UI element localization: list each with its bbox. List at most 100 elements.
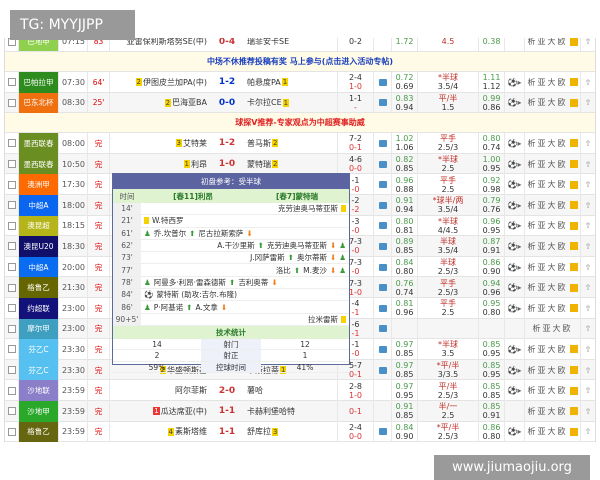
match-row[interactable]: 沙地甲 23:59 完 1 瓜达席亚(中) 1-1 卡赫利堡哈特 0-1 0.91 0.85 半/一… xyxy=(5,400,595,422)
ball-play-icon[interactable]: ⚽▸ xyxy=(508,304,522,313)
pin-top-button[interactable]: ⇮ xyxy=(581,38,595,51)
league-badge[interactable]: 中超A xyxy=(19,256,59,278)
home-team[interactable]: 亚雷保利斯塔努SE(中) xyxy=(110,38,210,51)
detail-dropdown-icon[interactable] xyxy=(378,366,387,374)
detail-cell[interactable] xyxy=(374,359,392,381)
ball-play-icon[interactable]: ⚽▸ xyxy=(508,98,522,107)
league-badge[interactable]: 摩尔甲 xyxy=(19,318,59,340)
checkbox[interactable] xyxy=(7,283,16,292)
live-cell[interactable]: ⚽▸ xyxy=(505,194,525,216)
detail-dropdown-icon[interactable] xyxy=(378,201,387,209)
analysis-links[interactable]: 析亚大欧 xyxy=(525,194,581,216)
analysis-label[interactable]: 析亚大欧 xyxy=(528,220,568,231)
match-row[interactable]: 巴帕拉甲 07:30 64' 2 伊图皮兰加PA(中) 1-2 帕悬度PA 1 2-4 1-0 0.… xyxy=(5,72,595,93)
ball-play-icon[interactable]: ⚽▸ xyxy=(508,160,522,169)
detail-cell[interactable] xyxy=(374,38,392,51)
detail-cell[interactable] xyxy=(374,215,392,237)
away-team-name[interactable]: 瑞菲安卡SE xyxy=(247,38,289,47)
analysis-links[interactable]: 析亚大欧 xyxy=(525,277,581,298)
pin-top-button[interactable]: ⇮ xyxy=(581,298,595,319)
select-checkbox-cell[interactable] xyxy=(5,72,19,93)
analysis-label[interactable]: 析亚大欧 xyxy=(528,344,568,355)
detail-cell[interactable] xyxy=(374,133,392,154)
detail-cell[interactable] xyxy=(374,297,392,319)
user-icon[interactable] xyxy=(569,407,578,416)
pin-top-button[interactable]: ⇮ xyxy=(581,380,595,401)
ball-play-icon[interactable]: ⚽▸ xyxy=(508,78,522,87)
select-checkbox-cell[interactable] xyxy=(5,256,19,278)
detail-dropdown-icon[interactable] xyxy=(378,284,387,292)
analysis-label[interactable]: 析亚大欧 xyxy=(528,406,568,417)
live-cell[interactable] xyxy=(505,38,525,51)
away-team-name[interactable]: 蒙特瑞 xyxy=(247,159,271,170)
home-team[interactable]: 1 瓜达席亚(中) xyxy=(110,401,210,422)
away-team-name[interactable]: 卡尔拉CE xyxy=(247,97,282,108)
analysis-label[interactable]: 析亚大欧 xyxy=(528,303,568,314)
score[interactable]: 1-1 xyxy=(210,401,244,422)
detail-dropdown-icon[interactable] xyxy=(378,263,387,271)
live-cell[interactable]: ⚽▸ xyxy=(505,133,525,154)
home-team[interactable]: 阿尔菲斯 xyxy=(110,380,210,401)
detail-cell[interactable] xyxy=(374,236,392,257)
detail-cell[interactable] xyxy=(374,92,392,114)
user-icon[interactable] xyxy=(569,160,578,169)
select-checkbox-cell[interactable] xyxy=(5,174,19,195)
select-checkbox-cell[interactable] xyxy=(5,133,19,154)
user-icon[interactable] xyxy=(569,180,578,189)
pin-top-button[interactable]: ⇮ xyxy=(581,257,595,278)
checkbox[interactable] xyxy=(7,386,16,395)
promo-banner[interactable]: 球探V推荐-专家观点为中超赛事助威 xyxy=(5,113,595,134)
ball-play-icon[interactable]: ⚽▸ xyxy=(508,283,522,292)
select-checkbox-cell[interactable] xyxy=(5,194,19,216)
analysis-label[interactable]: 析亚大欧 xyxy=(528,38,568,47)
league-badge[interactable]: 巴东北杯 xyxy=(19,92,59,114)
analysis-links[interactable]: 析亚大欧 xyxy=(525,256,581,278)
match-row[interactable]: 格鲁乙 23:59 完 4 素斯塔维 1-1 舒库拉 3 2-4 0-0 0.84 0.90 *平/半 2… xyxy=(5,421,595,443)
user-icon[interactable] xyxy=(569,386,578,395)
live-cell[interactable]: ⚽▸ xyxy=(505,215,525,237)
analysis-label[interactable]: 析亚大欧 xyxy=(528,200,568,211)
select-checkbox-cell[interactable] xyxy=(5,318,19,340)
pin-top-button[interactable]: ⇮ xyxy=(581,401,595,422)
away-team[interactable]: 帕悬度PA 1 xyxy=(244,72,338,93)
analysis-links[interactable]: 析亚大欧 xyxy=(525,236,581,257)
match-row[interactable]: 沙地联 23:59 完阿尔菲斯 2-0 薯哈 2-8 1-0 0.97 0.95 平/半 2.5/3… xyxy=(5,380,595,401)
home-team-name[interactable]: 巴海亚BA xyxy=(172,97,207,108)
analysis-links[interactable]: 析亚大欧 xyxy=(525,215,581,237)
user-icon[interactable] xyxy=(569,283,578,292)
ball-play-icon[interactable]: ⚽▸ xyxy=(508,180,522,189)
ball-play-icon[interactable]: ⚽▸ xyxy=(508,139,522,148)
analysis-label[interactable]: 析亚大欧 xyxy=(528,241,568,252)
match-row[interactable]: 墨西联春 08:00 完 3 艾特莱 1-2 普马斯 2 7-2 0-1 1.02 1.06 平手 2.5… xyxy=(5,133,595,154)
live-cell[interactable]: ⚽▸ xyxy=(505,421,525,443)
home-team-name[interactable]: 伊图皮兰加PA(中) xyxy=(143,77,207,88)
league-badge[interactable]: 沙地甲 xyxy=(19,400,59,422)
pin-top-button[interactable]: ⇮ xyxy=(581,154,595,175)
league-badge[interactable]: 沙地联 xyxy=(19,380,59,401)
analysis-label[interactable]: 析亚大欧 xyxy=(528,138,568,149)
analysis-links[interactable]: 析亚大欧 xyxy=(525,359,581,381)
match-row[interactable]: 墨西联春 10:50 完 1 利昂 1-0 蒙特瑞 2 4-6 0-0 0.82 0.85 *半球 2.5… xyxy=(5,153,595,175)
league-badge[interactable]: 芬乙C xyxy=(19,359,59,381)
promo-banner[interactable]: 中场不休推荐投稿有奖 马上参与(点击进入活动专帖) xyxy=(5,52,595,72)
away-team[interactable]: 卡赫利堡哈特 xyxy=(244,400,338,422)
analysis-links[interactable]: 析亚大欧 xyxy=(525,339,581,360)
live-cell[interactable]: ⚽▸ xyxy=(505,339,525,360)
user-icon[interactable] xyxy=(569,98,578,107)
detail-cell[interactable] xyxy=(374,421,392,443)
detail-dropdown-icon[interactable] xyxy=(378,222,387,230)
league-badge[interactable]: 格鲁乙 xyxy=(19,277,59,298)
checkbox[interactable] xyxy=(7,427,16,436)
away-team[interactable]: 蒙特瑞 2 xyxy=(244,153,338,175)
league-badge[interactable]: 澳洲甲 xyxy=(19,174,59,195)
ball-play-icon[interactable]: ⚽▸ xyxy=(508,221,522,230)
select-checkbox-cell[interactable] xyxy=(5,92,19,114)
league-badge[interactable]: 中超A xyxy=(19,194,59,216)
checkbox[interactable] xyxy=(7,160,16,169)
detail-cell[interactable] xyxy=(374,400,392,422)
away-team-name[interactable]: 薯哈 xyxy=(247,385,263,396)
ball-play-icon[interactable]: ⚽▸ xyxy=(508,386,522,395)
away-team[interactable]: 舒库拉 3 xyxy=(244,421,338,443)
live-cell[interactable] xyxy=(505,318,525,340)
user-icon[interactable] xyxy=(569,221,578,230)
